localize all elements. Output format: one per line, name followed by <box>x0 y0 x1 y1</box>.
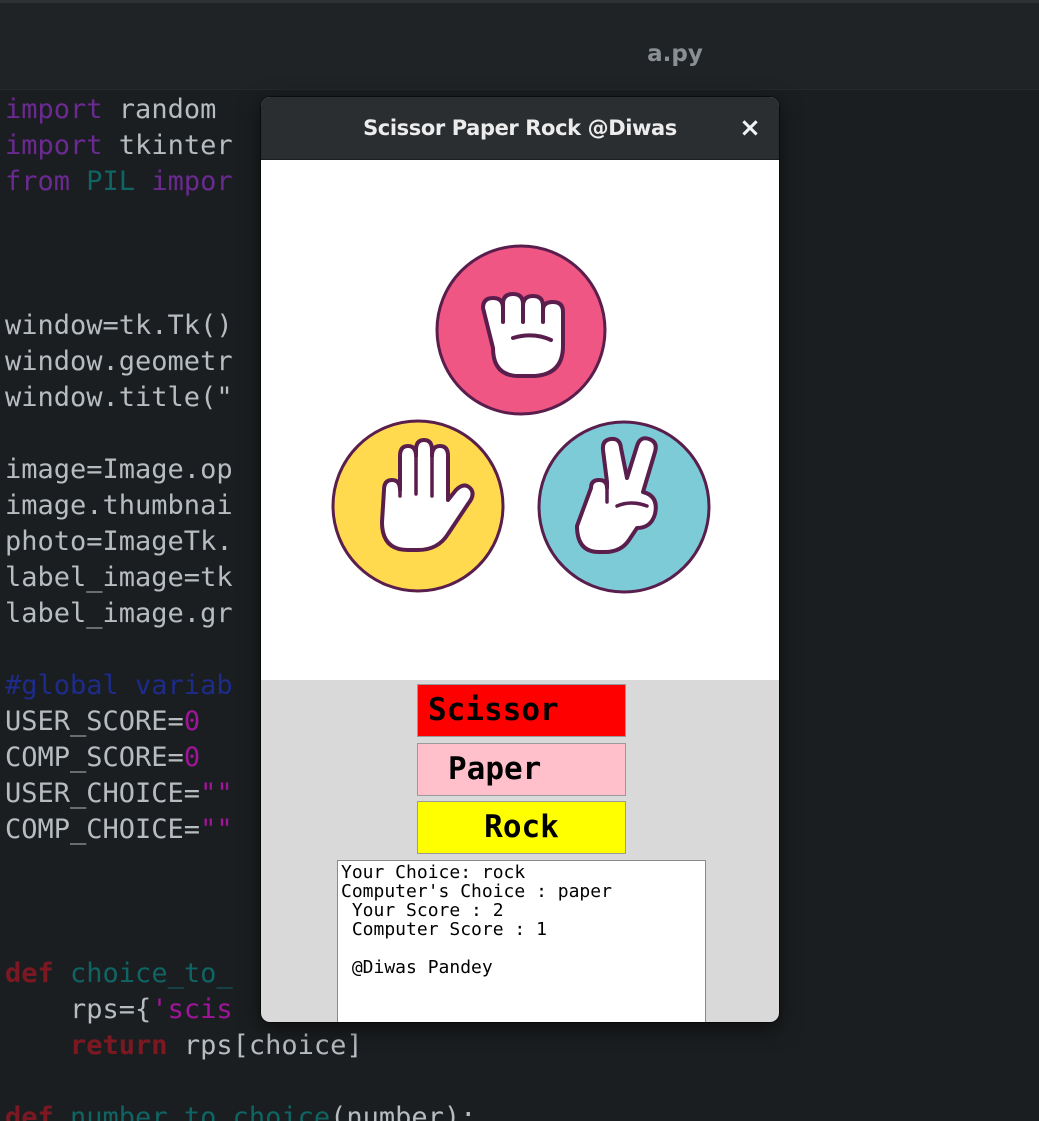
code-token: label_image.gr <box>5 598 233 629</box>
code-token: def <box>5 1102 54 1121</box>
code-token: label_image=tk <box>5 562 233 593</box>
scissors-hand-icon <box>537 420 711 594</box>
code-line: def number_to_choice(number): <box>5 1100 1035 1121</box>
code-token: #global variab <box>5 670 233 701</box>
file-tab[interactable]: a.py <box>600 3 750 89</box>
code-token: choice_to_ <box>53 958 233 989</box>
code-token: "" <box>200 814 233 845</box>
window-title: Scissor Paper Rock @Diwas <box>363 116 677 140</box>
rock-fist-icon <box>435 244 607 416</box>
rps-image <box>261 160 779 680</box>
code-token: PIL <box>70 166 152 197</box>
your-choice-text: Your Choice: rock <box>341 862 526 883</box>
code-token: "" <box>200 778 233 809</box>
computer-choice-text: Computer's Choice : paper <box>341 881 612 902</box>
code-token: 0 <box>183 706 201 737</box>
code-token: 'scis <box>151 994 233 1025</box>
code-token: import <box>5 94 103 125</box>
paper-hand-icon <box>331 419 505 593</box>
code-token: return <box>70 1030 168 1061</box>
code-token: COMP_CHOICE= <box>5 814 201 845</box>
code-token: random <box>102 94 217 125</box>
code-token: rps[choice] <box>167 1030 363 1061</box>
result-text-box[interactable]: Your Choice: rock Computer's Choice : pa… <box>337 860 706 1022</box>
code-token: rps={ <box>5 994 152 1025</box>
game-window: Scissor Paper Rock @Diwas × Scissor Pape… <box>261 97 779 1022</box>
code-token: USER_SCORE= <box>5 706 184 737</box>
code-token: window.title(" <box>5 382 233 413</box>
code-token: window=tk.Tk() <box>5 310 233 341</box>
code-token: window.geometr <box>5 346 233 377</box>
code-token: photo=ImageTk. <box>5 526 233 557</box>
code-line: return rps[choice] <box>5 1028 1035 1064</box>
code-token: number_to_choice <box>53 1102 331 1121</box>
credit-text: @Diwas Pandey <box>341 957 493 978</box>
code-token: (number): <box>330 1102 477 1121</box>
computer-score-text: Computer Score : 1 <box>341 919 547 940</box>
rps-illustration <box>331 244 711 594</box>
editor-header: a.py <box>0 3 1039 90</box>
paper-button[interactable]: Paper <box>417 743 626 796</box>
code-token: USER_CHOICE= <box>5 778 201 809</box>
scissor-button[interactable]: Scissor <box>417 684 626 737</box>
code-token: image=Image.op <box>5 454 233 485</box>
code-token: image.thumbnai <box>5 490 233 521</box>
code-token: 0 <box>183 742 201 773</box>
your-score-text: Your Score : 2 <box>341 900 504 921</box>
code-token: def <box>5 958 54 989</box>
code-token: tkinter <box>102 130 233 161</box>
code-token: from <box>5 166 71 197</box>
close-button[interactable]: × <box>733 111 767 145</box>
title-bar[interactable]: Scissor Paper Rock @Diwas × <box>261 97 779 160</box>
code-token: COMP_SCORE= <box>5 742 184 773</box>
code-token: import <box>5 130 103 161</box>
code-token: impor <box>151 166 233 197</box>
rock-button[interactable]: Rock <box>417 801 626 854</box>
